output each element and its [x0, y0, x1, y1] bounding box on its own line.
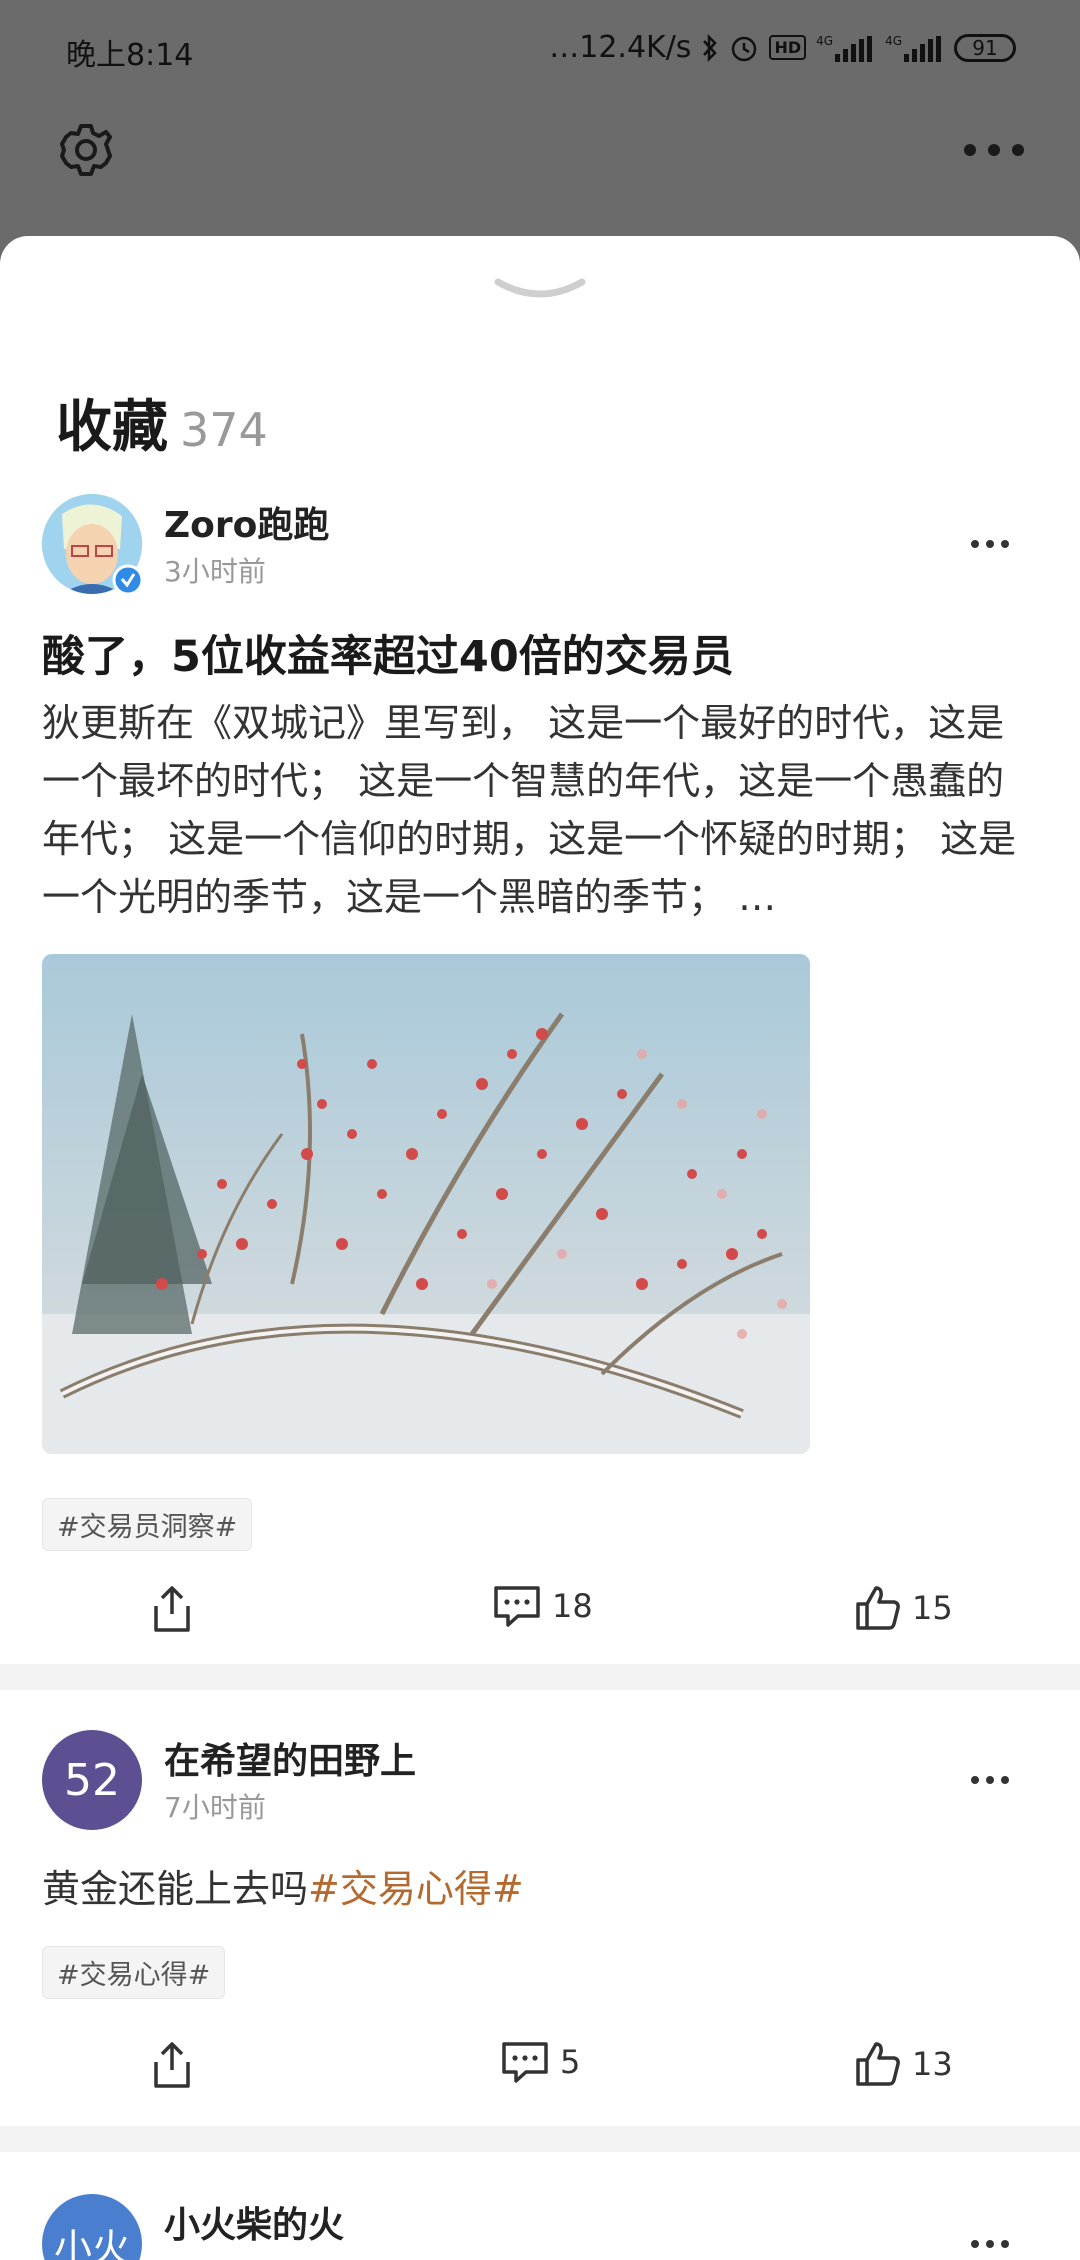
- author-name[interactable]: 在希望的田野上: [164, 1732, 416, 1784]
- post-actions: 18 15: [0, 1584, 1080, 1664]
- more-dots-icon[interactable]: [970, 2238, 1010, 2250]
- thumbs-up-icon: [856, 1586, 900, 1630]
- status-icons: …12.4K/s HD 4G 4G 91: [549, 30, 1016, 65]
- battery-icon: 91: [954, 33, 1016, 62]
- more-dots-icon[interactable]: [962, 140, 1026, 160]
- collection-sheet: 收藏 374 Zoro跑跑 3小时前 酸了，5位收益率超过40倍的交易员 狄更斯…: [0, 236, 1080, 2260]
- more-dots-icon[interactable]: [970, 1774, 1010, 1786]
- share-button[interactable]: [150, 2040, 194, 2090]
- avatar[interactable]: 52: [42, 1730, 142, 1830]
- post-body[interactable]: 黄金还能上去吗#交易心得#: [42, 1860, 1022, 1918]
- chevron-down-icon[interactable]: [492, 276, 588, 306]
- share-button[interactable]: [150, 1584, 194, 1634]
- avatar[interactable]: [42, 494, 144, 596]
- comment-button[interactable]: 18: [492, 1584, 593, 1628]
- divider: [0, 1664, 1080, 1690]
- post-time: 7小时前: [164, 1791, 266, 1824]
- comment-button[interactable]: 5: [500, 2040, 580, 2084]
- page-title: 收藏: [56, 395, 168, 460]
- top-bar: [0, 100, 1080, 240]
- more-dots-icon[interactable]: [970, 538, 1010, 550]
- comment-count: 18: [552, 1587, 593, 1625]
- divider: [0, 2126, 1080, 2152]
- topic-tag[interactable]: #交易员洞察#: [42, 1498, 253, 1551]
- post-actions: 5 13: [0, 2040, 1080, 2120]
- alarm-icon: [732, 36, 757, 61]
- verified-badge-icon: [112, 564, 144, 596]
- bluetooth-icon: [703, 33, 718, 62]
- comment-icon: [494, 1586, 540, 1627]
- comment-icon: [502, 2042, 548, 2083]
- author-name[interactable]: 小火柴的火: [164, 2196, 344, 2248]
- network-speed: …12.4K/s: [549, 30, 692, 65]
- signal-icon-2: 4G: [885, 34, 944, 62]
- post-text: 黄金还能上去吗: [42, 1867, 309, 1911]
- collection-count: 374: [180, 403, 268, 457]
- inline-topic-tag[interactable]: #交易心得#: [308, 1867, 524, 1911]
- share-icon: [154, 2042, 190, 2088]
- net-label: 4G: [816, 33, 834, 48]
- status-time: 晚上8:14: [66, 38, 194, 73]
- like-button[interactable]: 15: [854, 1584, 953, 1632]
- author-name[interactable]: Zoro跑跑: [164, 496, 329, 548]
- post-title[interactable]: 酸了，5位收益率超过40倍的交易员: [42, 622, 734, 684]
- post-image[interactable]: [42, 954, 810, 1454]
- plum-blossom-image: [42, 954, 810, 1454]
- like-count: 13: [912, 2045, 953, 2083]
- status-bar: 晚上8:14 …12.4K/s HD 4G 4G 91: [0, 0, 1080, 100]
- topic-tag[interactable]: #交易心得#: [42, 1946, 226, 1999]
- net-label: 4G: [885, 33, 902, 48]
- share-icon: [154, 1586, 190, 1632]
- avatar[interactable]: 小火: [42, 2194, 142, 2260]
- post-body[interactable]: 狄更斯在《双城记》里写到， 这是一个最好的时代，这是一个最坏的时代； 这是一个智…: [42, 694, 1022, 926]
- signal-icon: 4G: [816, 34, 875, 62]
- thumbs-up-icon: [856, 2042, 900, 2086]
- comment-count: 5: [560, 2043, 581, 2081]
- collection-header: 收藏 374: [56, 382, 268, 463]
- like-count: 15: [912, 1589, 953, 1627]
- hd-icon: HD: [769, 35, 807, 60]
- gear-icon[interactable]: [56, 120, 116, 180]
- like-button[interactable]: 13: [854, 2040, 953, 2088]
- post-time: 3小时前: [164, 555, 266, 588]
